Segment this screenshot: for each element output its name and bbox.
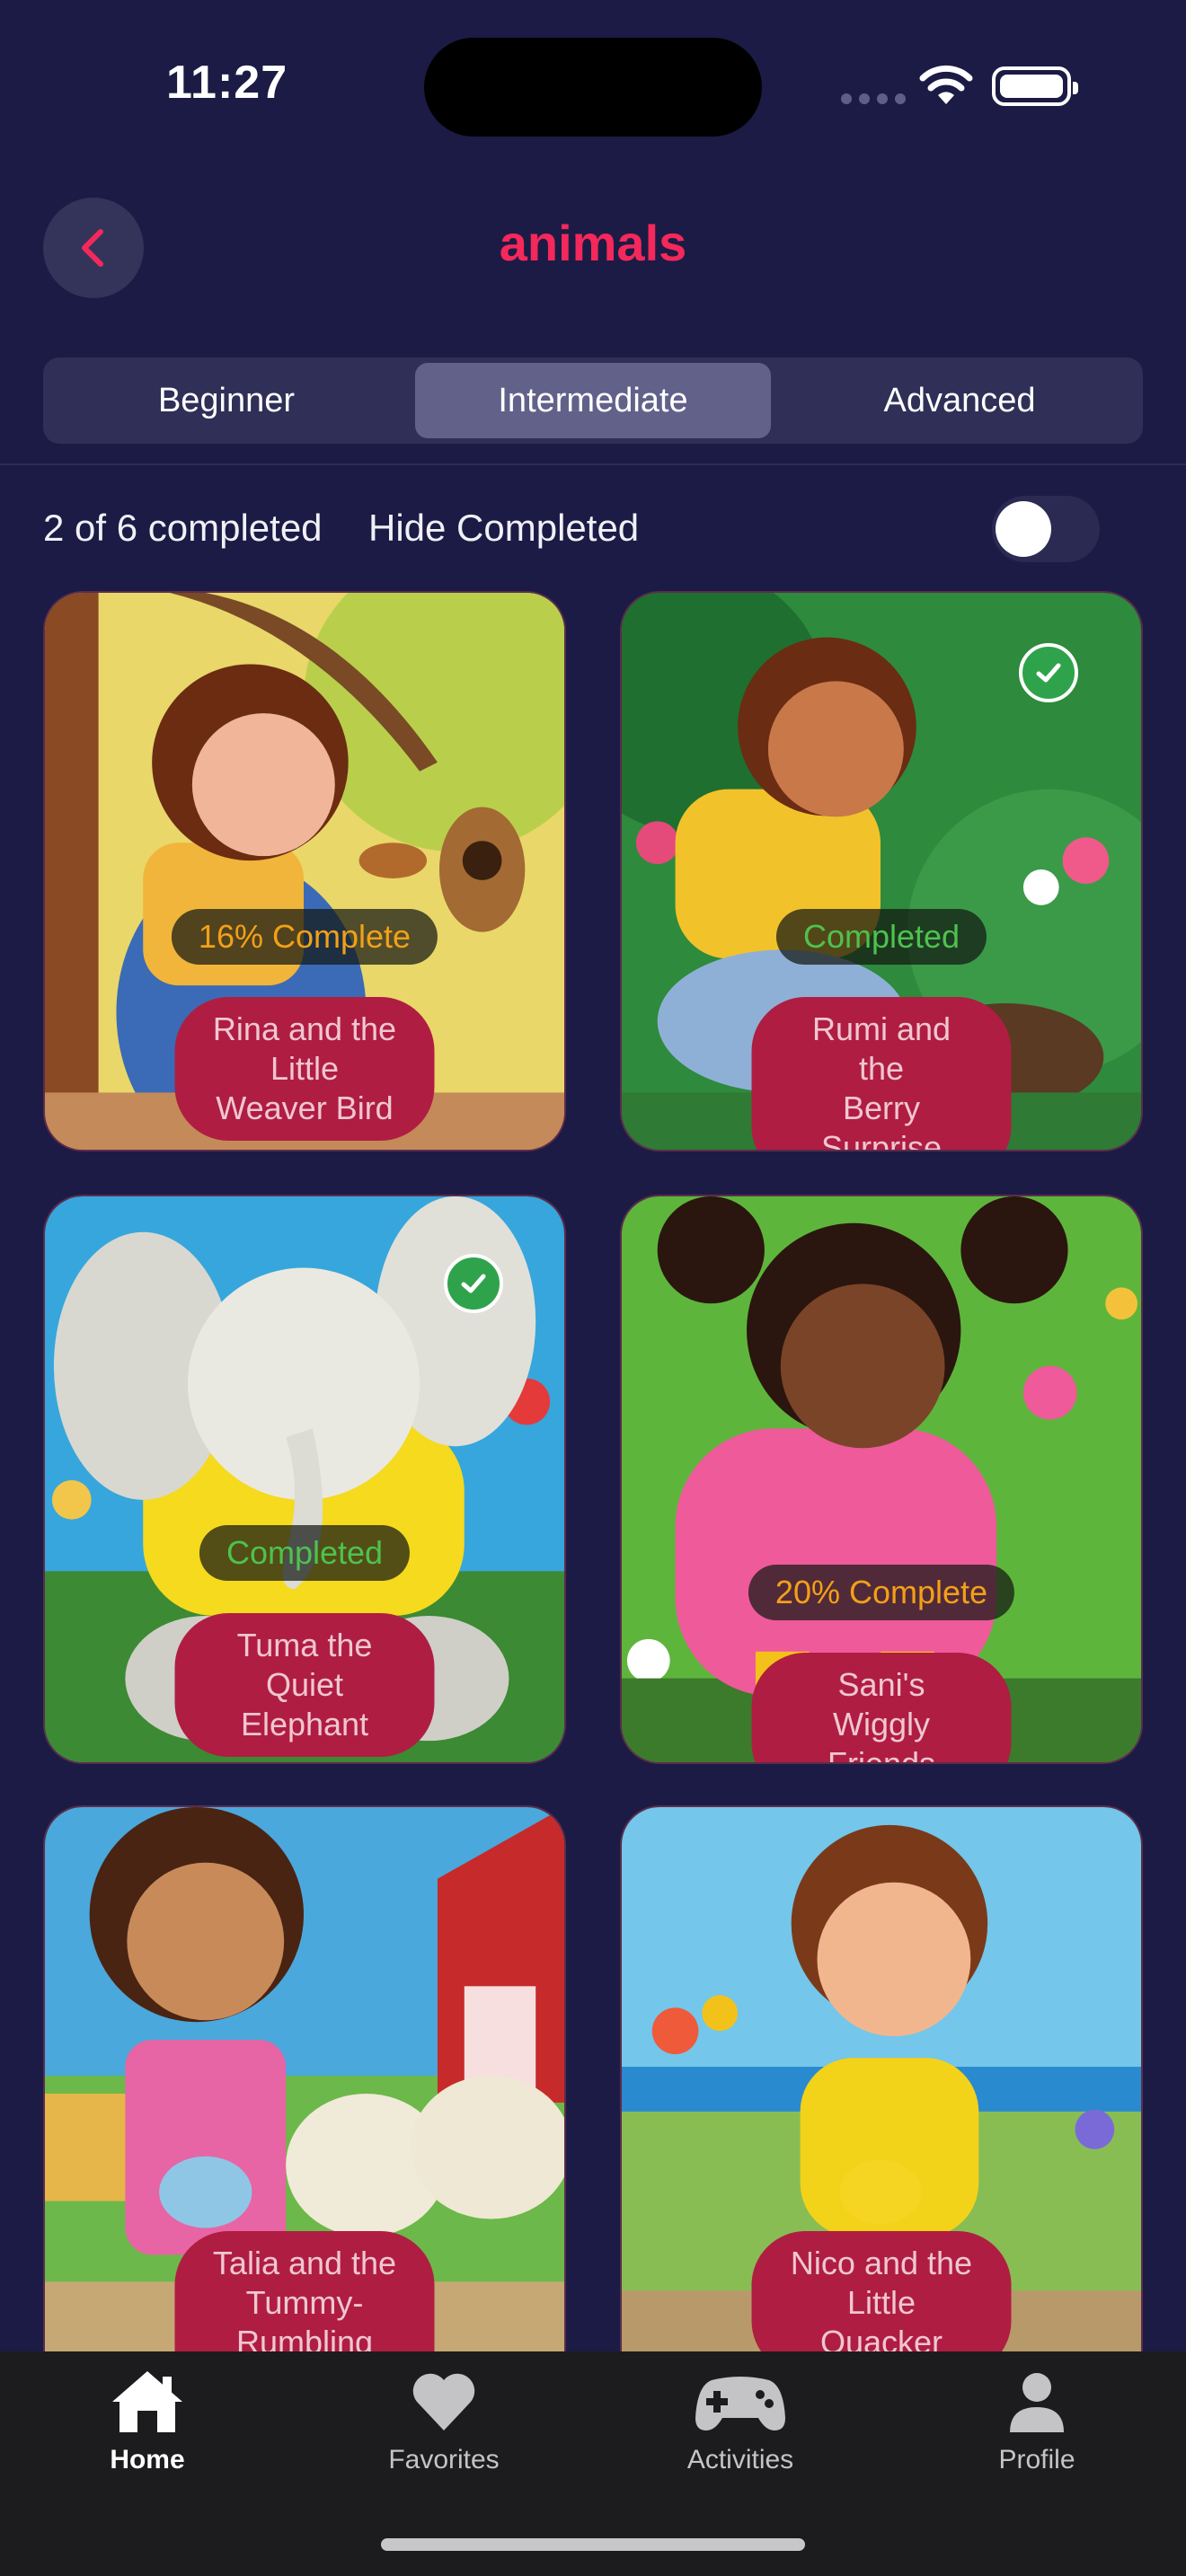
story-card[interactable]: 16% Complete Rina and the Little Weaver … (43, 591, 566, 1151)
tab-activities-label: Activities (686, 2445, 794, 2475)
page-title: animals (499, 215, 687, 271)
heart-icon (412, 2373, 475, 2430)
tab-beginner[interactable]: Beginner (49, 363, 404, 438)
dynamic-island (424, 38, 762, 137)
progress-badge: Completed (199, 1525, 411, 1581)
story-card[interactable]: 20% Complete Sani's Wiggly Friends (620, 1195, 1143, 1764)
tab-activities[interactable]: Activities (633, 2368, 848, 2475)
story-title: Rina and the Little Weaver Bird (174, 997, 435, 1141)
story-title: Rumi and the Berry Surprise (751, 997, 1012, 1150)
home-indicator (381, 2538, 805, 2551)
progress-badge: Completed (775, 909, 987, 965)
completed-count: 2 of 6 completed (43, 507, 323, 549)
completed-check-icon (444, 1254, 503, 1313)
progress-badge: 16% Complete (171, 909, 438, 965)
hide-completed-toggle[interactable] (992, 496, 1100, 562)
home-icon (112, 2371, 182, 2432)
tab-favorites[interactable]: Favorites (336, 2368, 552, 2475)
progress-badge: 20% Complete (748, 1565, 1015, 1620)
tab-profile[interactable]: Profile (929, 2368, 1145, 2475)
story-card[interactable]: Talia and the Tummy- Rumbling Goats (43, 1805, 566, 2353)
hide-completed-label: Hide Completed (368, 507, 640, 549)
tab-home[interactable]: Home (40, 2368, 255, 2475)
story-title: Sani's Wiggly Friends (751, 1653, 1012, 1762)
tab-favorites-label: Favorites (388, 2445, 500, 2475)
story-card[interactable]: Completed Tuma the Quiet Elephant (43, 1195, 566, 1764)
level-segmented-control: Beginner Intermediate Advanced (43, 357, 1143, 444)
completed-check-icon (1019, 643, 1078, 702)
story-title: Tuma the Quiet Elephant (174, 1613, 435, 1757)
story-card[interactable]: Completed Rumi and the Berry Surprise (620, 591, 1143, 1151)
tab-advanced[interactable]: Advanced (782, 363, 1137, 438)
tab-intermediate[interactable]: Intermediate (415, 363, 771, 438)
story-card[interactable]: Nico and the Little Quacker (620, 1805, 1143, 2353)
status-time: 11:27 (166, 57, 288, 109)
toggle-knob (996, 501, 1051, 557)
gamepad-icon (695, 2377, 785, 2430)
tab-profile-label: Profile (998, 2445, 1075, 2475)
wifi-icon (919, 65, 973, 104)
story-title: Talia and the Tummy- Rumbling Goats (174, 2231, 435, 2353)
signal-icon (841, 93, 906, 104)
battery-icon (992, 66, 1078, 106)
story-title: Nico and the Little Quacker (751, 2231, 1012, 2353)
divider (0, 463, 1186, 465)
tab-home-label: Home (110, 2445, 185, 2475)
person-icon (1010, 2373, 1064, 2432)
